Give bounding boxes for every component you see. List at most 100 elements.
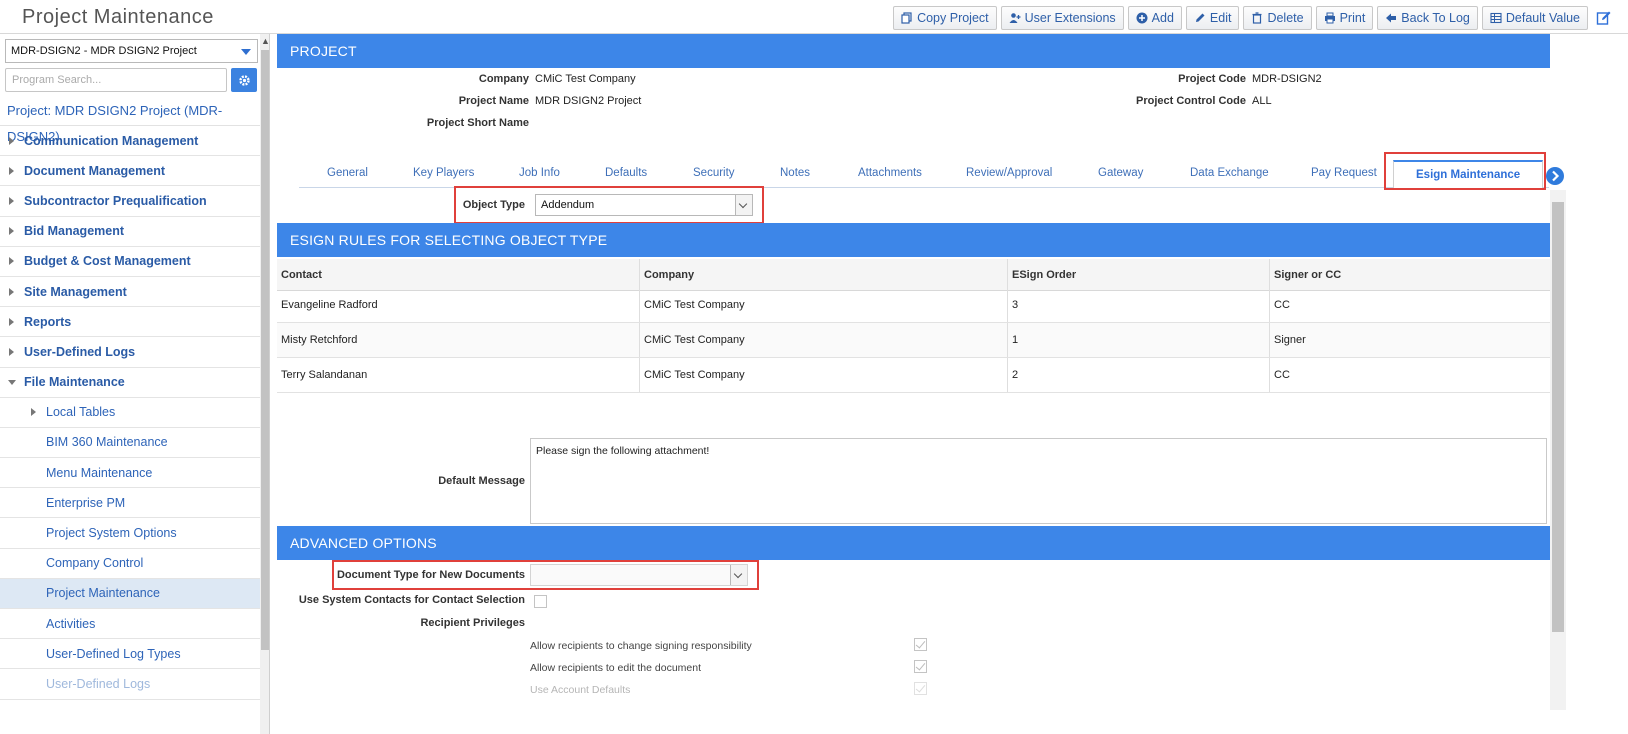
copy-project-label: Copy Project	[917, 11, 989, 25]
tab-defaults[interactable]: Defaults	[605, 167, 647, 179]
table-icon	[1490, 12, 1502, 24]
tab-attachments[interactable]: Attachments	[858, 167, 922, 179]
object-type-select[interactable]: Addendum	[535, 194, 753, 216]
copy-project-button[interactable]: Copy Project	[893, 6, 997, 30]
main-scroll-thumb[interactable]	[1552, 202, 1564, 632]
next-tab-button[interactable]	[1546, 167, 1564, 185]
nav-project-maintenance[interactable]: Project Maintenance	[0, 578, 260, 609]
nav-label: Local Tables	[46, 405, 116, 420]
privilege-edit-document-checkbox[interactable]	[914, 660, 927, 673]
column-contact[interactable]: Contact	[277, 259, 640, 290]
tab-notes[interactable]: Notes	[780, 167, 810, 179]
recipient-privileges-label: Recipient Privileges	[420, 617, 525, 629]
add-button[interactable]: Add	[1127, 6, 1182, 30]
default-message-textarea[interactable]: Please sign the following attachment!	[530, 438, 1547, 524]
esign-tab-highlight	[1384, 152, 1546, 190]
project-section-header: PROJECT	[277, 34, 1550, 68]
nav-label: Activities	[46, 616, 96, 631]
nav-user-defined-log-types[interactable]: User-Defined Log Types	[0, 639, 260, 670]
system-contacts-checkbox[interactable]	[534, 595, 547, 608]
cell-signer-or-cc: CC	[1274, 299, 1290, 311]
nav-local-tables[interactable]: Local Tables	[0, 398, 260, 428]
pencil-icon	[1195, 13, 1205, 22]
column-esign-order[interactable]: ESign Order	[1008, 259, 1270, 290]
nav-file-maintenance[interactable]: File Maintenance	[0, 368, 260, 398]
top-bar: Project Maintenance Copy Project User Ex…	[0, 0, 1628, 34]
table-row[interactable]: Terry Salandanan CMiC Test Company 2 CC	[277, 358, 1550, 393]
nav-company-control[interactable]: Company Control	[0, 549, 260, 579]
nav-bid-management[interactable]: Bid Management	[0, 217, 260, 247]
settings-button[interactable]	[231, 68, 257, 92]
edit-page-icon[interactable]	[1596, 10, 1612, 26]
print-button[interactable]: Print	[1315, 6, 1374, 30]
project-name-label: Project Name	[458, 95, 529, 107]
tab-gateway[interactable]: Gateway	[1098, 167, 1143, 179]
tab-pay-request[interactable]: Pay Request	[1311, 167, 1377, 179]
sidebar-scrollbar[interactable]: ▲	[260, 34, 269, 734]
tab-bar: General Key Players Job Info Defaults Se…	[299, 156, 1549, 188]
nav-budget-cost-management[interactable]: Budget & Cost Management	[0, 247, 260, 277]
nav-bim-360-maintenance[interactable]: BIM 360 Maintenance	[0, 428, 260, 459]
company-value: CMiC Test Company	[535, 73, 636, 85]
nav-label: Company Control	[46, 556, 144, 571]
edit-button[interactable]: Edit	[1185, 6, 1240, 30]
nav-reports[interactable]: Reports	[0, 307, 260, 338]
project-select[interactable]: MDR-DSIGN2 - MDR DSIGN2 Project	[5, 39, 258, 63]
nav-label: File Maintenance	[24, 375, 125, 390]
back-to-log-button[interactable]: Back To Log	[1377, 6, 1478, 30]
table-row[interactable]: Misty Retchford CMiC Test Company 1 Sign…	[277, 323, 1550, 358]
delete-button[interactable]: Delete	[1243, 6, 1312, 30]
nav-label: Project Maintenance	[46, 586, 160, 601]
object-type-value: Addendum	[541, 199, 595, 211]
privilege-change-signing-checkbox[interactable]	[914, 638, 927, 651]
advanced-options-header: ADVANCED OPTIONS	[277, 526, 1550, 560]
nav-document-management[interactable]: Document Management	[0, 156, 260, 187]
nav-user-defined-logs-sub[interactable]: User-Defined Logs	[0, 669, 260, 700]
nav-site-management[interactable]: Site Management	[0, 277, 260, 308]
column-company[interactable]: Company	[640, 259, 1008, 290]
caret-down-icon	[241, 49, 251, 55]
cell-company: CMiC Test Company	[640, 358, 1008, 392]
nav-activities[interactable]: Activities	[0, 609, 260, 640]
scroll-up-icon[interactable]: ▲	[261, 36, 269, 46]
delete-label: Delete	[1267, 11, 1304, 25]
nav-label: Reports	[24, 314, 72, 329]
user-extensions-button[interactable]: User Extensions	[1000, 6, 1124, 30]
privilege-account-defaults-label: Use Account Defaults	[530, 684, 631, 696]
privilege-edit-document-label: Allow recipients to edit the document	[530, 662, 702, 674]
tab-general[interactable]: General	[327, 167, 368, 179]
tab-review-approval[interactable]: Review/Approval	[966, 167, 1052, 179]
sidebar-scroll-thumb[interactable]	[261, 50, 269, 650]
nav-subcontractor-prequalification[interactable]: Subcontractor Prequalification	[0, 186, 260, 217]
nav-communication-management[interactable]: Communication Management	[0, 126, 260, 157]
main-panel: PROJECT Company CMiC Test Company Projec…	[277, 34, 1550, 734]
main-scrollbar[interactable]	[1550, 190, 1566, 710]
tab-job-info[interactable]: Job Info	[519, 167, 560, 179]
copy-icon	[901, 12, 912, 24]
gear-icon	[238, 74, 250, 86]
nav-user-defined-logs[interactable]: User-Defined Logs	[0, 337, 260, 368]
program-search-input[interactable]: Program Search...	[5, 68, 227, 92]
document-type-select[interactable]	[530, 564, 748, 586]
cell-contact: Misty Retchford	[277, 323, 640, 357]
nav-label: Budget & Cost Management	[24, 254, 191, 269]
project-code-value: MDR-DSIGN2	[1252, 73, 1322, 85]
nav-project-system-options[interactable]: Project System Options	[0, 518, 260, 549]
default-message-label: Default Message	[438, 475, 525, 487]
expand-arrow-icon	[9, 227, 14, 236]
expand-arrow-icon	[9, 257, 14, 266]
privilege-account-defaults-checkbox[interactable]	[914, 682, 927, 695]
chevron-down-icon[interactable]	[735, 195, 752, 215]
tab-security[interactable]: Security	[693, 167, 735, 179]
nav-enterprise-pm[interactable]: Enterprise PM	[0, 488, 260, 519]
tab-data-exchange[interactable]: Data Exchange	[1190, 167, 1269, 179]
chevron-down-icon[interactable]	[730, 565, 747, 585]
tab-key-players[interactable]: Key Players	[413, 167, 474, 179]
collapse-arrow-icon	[8, 379, 16, 385]
project-control-code-value: ALL	[1252, 95, 1272, 107]
default-value-button[interactable]: Default Value	[1481, 6, 1588, 30]
trash-icon	[1252, 12, 1262, 24]
table-row[interactable]: Evangeline Radford CMiC Test Company 3 C…	[277, 288, 1550, 323]
column-signer-or-cc[interactable]: Signer or CC	[1270, 259, 1550, 290]
nav-menu-maintenance[interactable]: Menu Maintenance	[0, 458, 260, 489]
